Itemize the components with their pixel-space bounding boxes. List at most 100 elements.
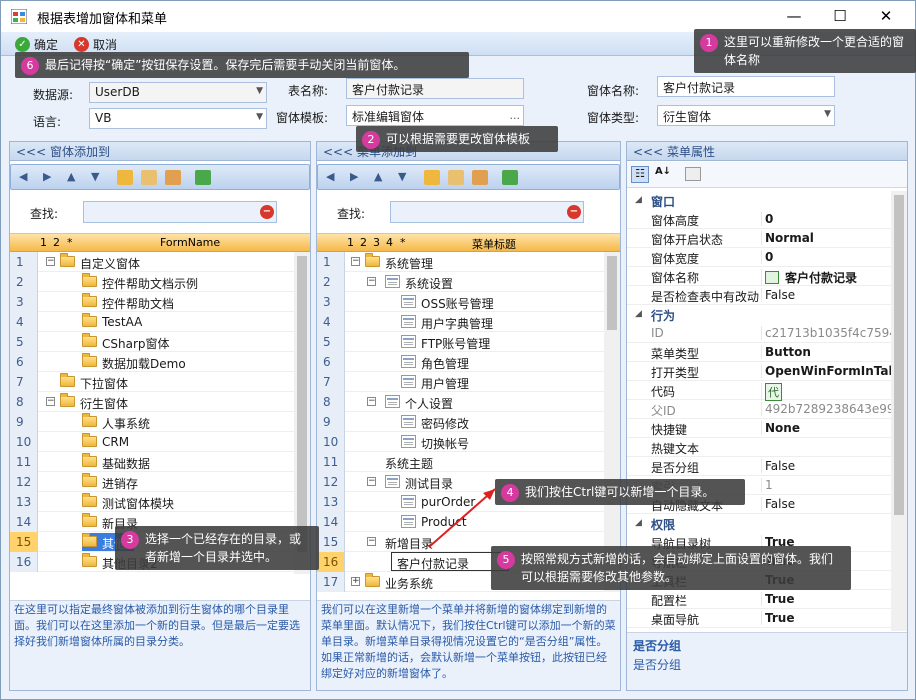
tree-row[interactable]: 7 用户管理	[317, 372, 620, 392]
tree-row[interactable]: 12 进销存	[10, 472, 310, 492]
tree-row[interactable]: 10 切换帐号	[317, 432, 620, 452]
property-row[interactable]: 桌面导航 True	[627, 609, 891, 628]
delete-folder-icon[interactable]	[165, 170, 181, 185]
level-col-star[interactable]: *	[67, 236, 73, 249]
language-select[interactable]: VB ▼	[89, 108, 267, 129]
property-row[interactable]: 代码 代	[627, 381, 891, 401]
property-row[interactable]: 热键文本	[627, 438, 891, 457]
tree-row[interactable]: 6 数据加载Demo	[10, 352, 310, 372]
add-subfolder-icon[interactable]	[448, 170, 464, 185]
minimize-button[interactable]: —	[771, 1, 817, 32]
panel-header[interactable]: <<< 菜单属性	[627, 142, 907, 161]
collapse-icon[interactable]: ◢	[635, 518, 642, 528]
menutitle-col[interactable]: 菜单标题	[472, 236, 516, 252]
expand-toggle-icon[interactable]: −	[46, 257, 55, 266]
tree-row[interactable]: 1− 系统管理	[317, 252, 620, 272]
tree-row[interactable]: 5 FTP账号管理	[317, 332, 620, 352]
property-row[interactable]: ID c21713b1035f4c75947	[627, 324, 891, 343]
refresh-icon[interactable]	[195, 170, 211, 185]
level-col-star[interactable]: *	[400, 236, 406, 249]
property-value[interactable]: c21713b1035f4c75947	[761, 326, 891, 340]
expand-toggle-icon[interactable]: −	[367, 537, 376, 546]
property-category[interactable]: ◢ 权限	[627, 514, 891, 533]
tree-row[interactable]: 10 CRM	[10, 432, 310, 452]
property-value[interactable]: OpenWinFormInTabl	[761, 364, 891, 378]
property-value[interactable]: True	[761, 592, 891, 606]
expand-toggle-icon[interactable]: −	[367, 277, 376, 286]
close-button[interactable]: ✕	[863, 1, 909, 32]
formname-input[interactable]: 客户付款记录	[657, 76, 835, 97]
level-col-2[interactable]: 2	[360, 236, 367, 249]
arrow-left-icon[interactable]: ◀	[19, 170, 27, 183]
property-row[interactable]: 菜单类型 Button	[627, 343, 891, 362]
property-pages-icon[interactable]	[685, 167, 701, 181]
property-value[interactable]: False	[761, 497, 891, 511]
clear-icon[interactable]: −	[567, 205, 581, 219]
expand-toggle-icon[interactable]: −	[46, 397, 55, 406]
arrow-down-icon[interactable]: ▼	[91, 170, 99, 183]
property-value[interactable]: True	[761, 611, 891, 625]
property-value[interactable]: None	[761, 421, 891, 435]
tree-row[interactable]: 11 基础数据	[10, 452, 310, 472]
property-value[interactable]: 0	[761, 250, 891, 264]
refresh-icon[interactable]	[502, 170, 518, 185]
scroll-thumb[interactable]	[297, 256, 307, 552]
tree-row[interactable]: 4 用户字典管理	[317, 312, 620, 332]
property-row[interactable]: 窗体宽度 0	[627, 248, 891, 267]
add-folder-icon[interactable]	[424, 170, 440, 185]
expand-toggle-icon[interactable]: −	[351, 257, 360, 266]
tree-row[interactable]: 3 控件帮助文档	[10, 292, 310, 312]
find-input[interactable]	[83, 201, 277, 223]
tree-row[interactable]: 2 − 系统设置	[317, 272, 620, 292]
tree-row[interactable]: 4 TestAA	[10, 312, 310, 332]
level-col-3[interactable]: 3	[373, 236, 380, 249]
ellipsis-button[interactable]: ...	[510, 109, 521, 122]
ok-button[interactable]: ✓ 确定	[15, 35, 58, 53]
property-value[interactable]: False	[761, 288, 891, 302]
property-value[interactable]: 1	[761, 478, 891, 492]
property-value[interactable]: 0	[761, 212, 891, 226]
arrow-right-icon[interactable]: ▶	[43, 170, 51, 183]
level-col-2[interactable]: 2	[53, 236, 60, 249]
collapse-icon[interactable]: ◢	[635, 309, 642, 319]
property-row[interactable]: 快捷键 None	[627, 419, 891, 438]
add-folder-icon[interactable]	[117, 170, 133, 185]
level-col-1[interactable]: 1	[40, 236, 47, 249]
tree-row[interactable]: 6 角色管理	[317, 352, 620, 372]
property-row[interactable]: 是否检查表中有改动 False	[627, 286, 891, 305]
expand-toggle-icon[interactable]: −	[367, 477, 376, 486]
expand-toggle-icon[interactable]: +	[351, 577, 360, 586]
property-row[interactable]: 打开类型 OpenWinFormInTabl	[627, 362, 891, 381]
property-category[interactable]: ◢ 窗口	[627, 191, 891, 210]
tree-row[interactable]: 7 下拉窗体	[10, 372, 310, 392]
panel-header[interactable]: <<< 窗体添加到	[10, 142, 310, 161]
tree-row[interactable]: 8 − 个人设置	[317, 392, 620, 412]
cancel-button[interactable]: ✕ 取消	[74, 35, 117, 53]
vertical-scrollbar[interactable]	[604, 252, 620, 592]
tree-row[interactable]: 3 OSS账号管理	[317, 292, 620, 312]
tree-row[interactable]: 5 CSharp窗体	[10, 332, 310, 352]
property-value[interactable]: 492b7289238643e998	[761, 402, 891, 416]
property-row[interactable]: 是否分组 False	[627, 457, 891, 476]
level-col-1[interactable]: 1	[347, 236, 354, 249]
template-field[interactable]: 标准编辑窗体 ...	[346, 105, 524, 126]
formtype-select[interactable]: 衍生窗体 ▼	[657, 105, 835, 126]
clear-icon[interactable]: −	[260, 205, 274, 219]
scroll-thumb[interactable]	[894, 195, 904, 515]
sort-alpha-icon[interactable]: A↓	[654, 166, 672, 183]
property-value[interactable]: Normal	[761, 231, 891, 245]
arrow-left-icon[interactable]: ◀	[326, 170, 334, 183]
tree-row[interactable]: 1− 自定义窗体	[10, 252, 310, 272]
tree-row[interactable]: 8− 衍生窗体	[10, 392, 310, 412]
tree-row[interactable]: 11 系统主题	[317, 452, 620, 472]
expand-toggle-icon[interactable]: −	[367, 397, 376, 406]
property-row[interactable]: 父ID 492b7289238643e998	[627, 400, 891, 419]
vertical-scrollbar[interactable]	[891, 191, 907, 631]
tree-row[interactable]: 9 人事系统	[10, 412, 310, 432]
level-col-4[interactable]: 4	[386, 236, 393, 249]
add-subfolder-icon[interactable]	[141, 170, 157, 185]
property-row[interactable]: 窗体名称 客户付款记录	[627, 267, 891, 286]
arrow-right-icon[interactable]: ▶	[350, 170, 358, 183]
collapse-icon[interactable]: ◢	[635, 195, 642, 205]
scroll-thumb[interactable]	[607, 256, 617, 330]
